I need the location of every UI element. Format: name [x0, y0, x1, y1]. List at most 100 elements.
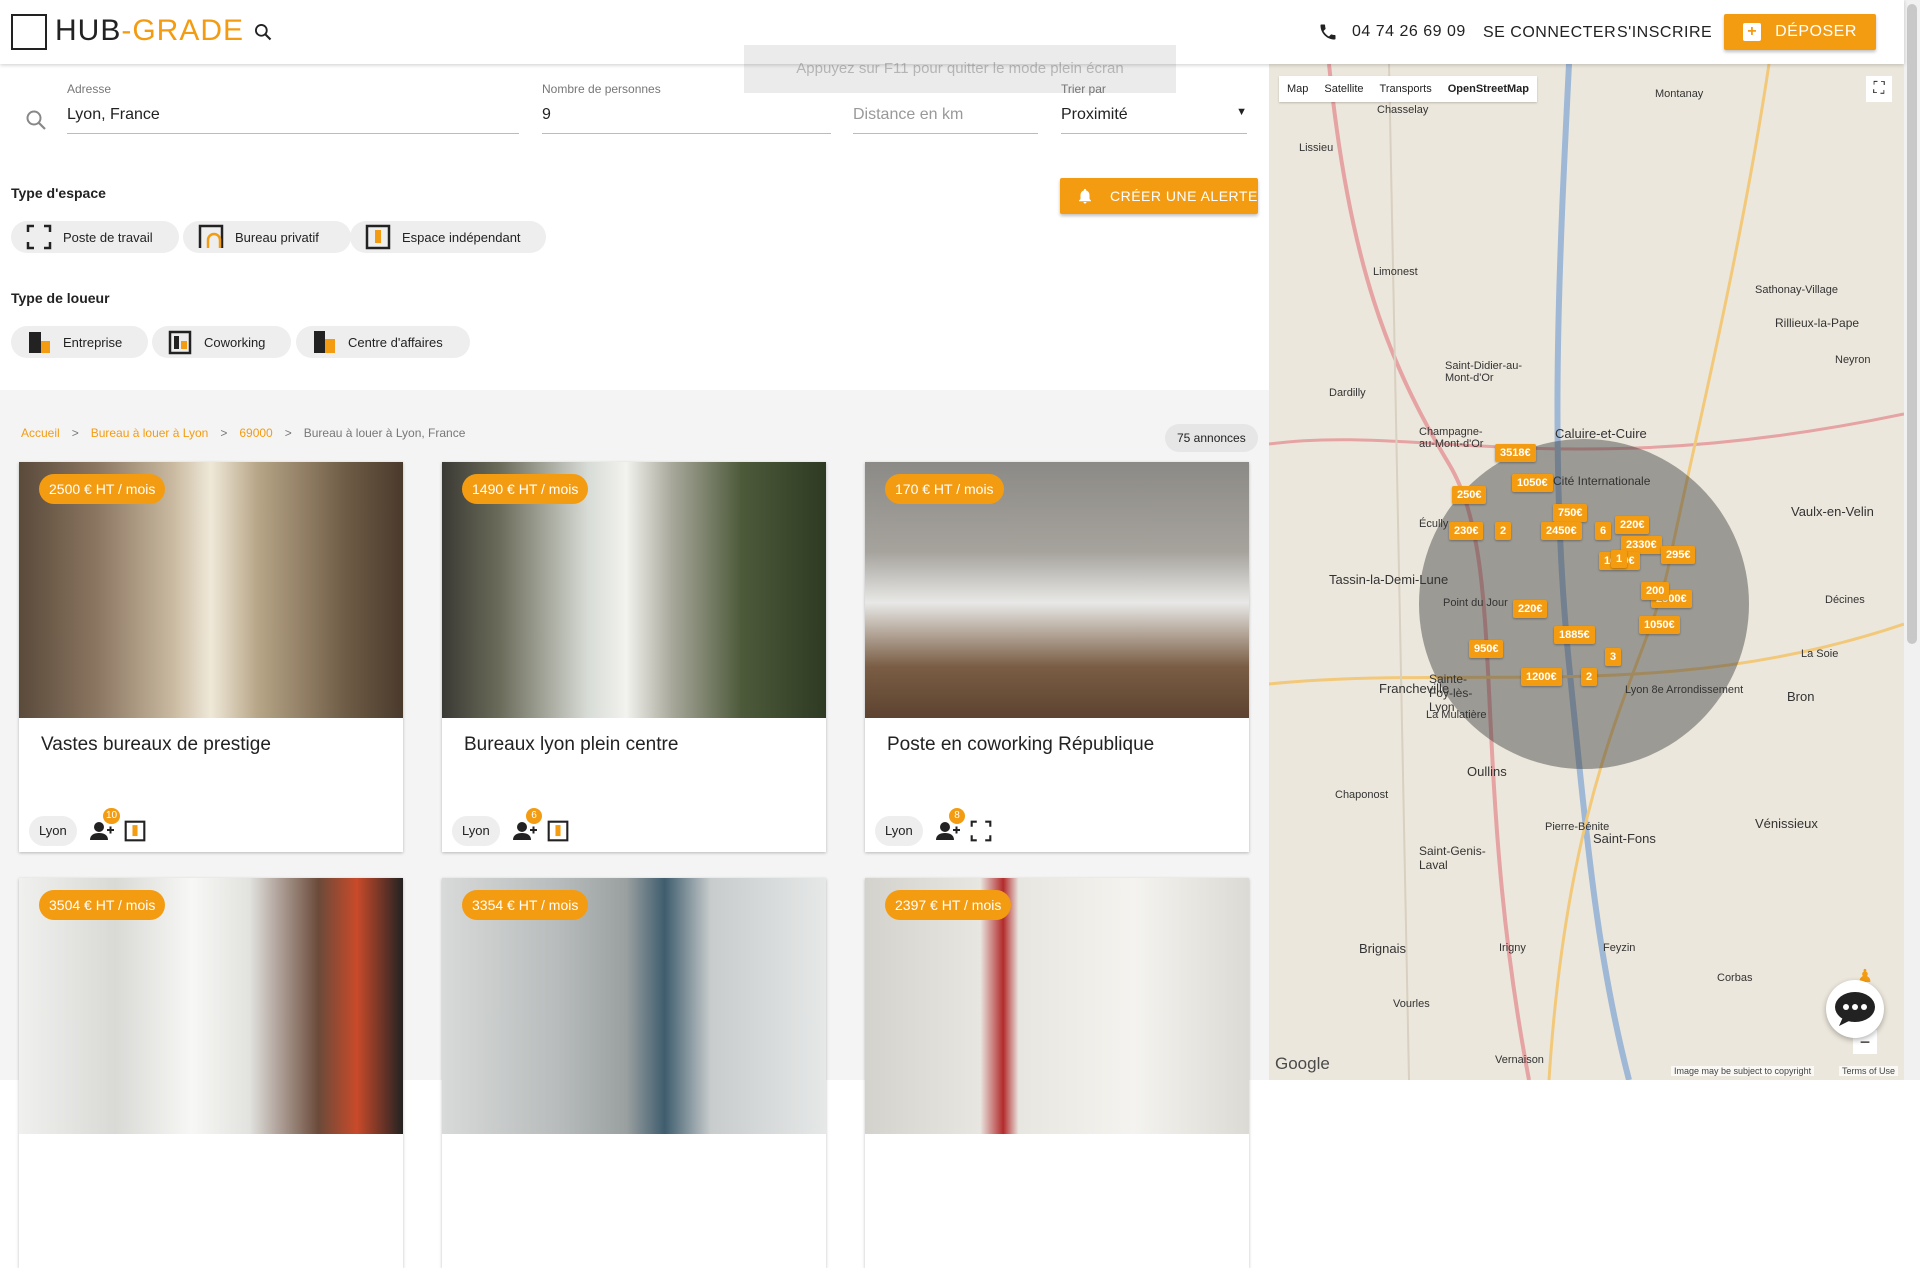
- listing-title[interactable]: Vastes bureaux de prestige: [41, 734, 271, 756]
- map-price-pin[interactable]: 220€: [1615, 516, 1650, 534]
- chip-coworking[interactable]: Coworking: [152, 326, 291, 358]
- map-place-label: Saint-Genis-Laval: [1419, 844, 1486, 872]
- deposit-button[interactable]: + DÉPOSER: [1724, 14, 1876, 50]
- phone-contact[interactable]: 04 74 26 69 09: [1318, 22, 1466, 42]
- login-link[interactable]: SE CONNECTER: [1483, 24, 1616, 42]
- map-price-pin[interactable]: 1200€: [1521, 668, 1562, 686]
- building-icon: [25, 328, 53, 356]
- listing-title[interactable]: Bureaux lyon plein centre: [464, 734, 678, 756]
- map-price-pin[interactable]: 1885€: [1554, 626, 1595, 644]
- map-price-pin[interactable]: 950€: [1469, 640, 1504, 658]
- map-type-tabs: Map Satellite Transports OpenStreetMap: [1279, 76, 1538, 102]
- page-scrollbar[interactable]: [1904, 0, 1920, 1080]
- map-place-label: Vaulx-en-Velin: [1791, 504, 1874, 519]
- map-price-pin[interactable]: 200: [1641, 582, 1670, 600]
- logo[interactable]: HUB-GRADE: [55, 14, 244, 48]
- map-place-label: Irigny: [1499, 942, 1526, 954]
- logo-square[interactable]: [11, 14, 47, 50]
- breadcrumb-separator: >: [284, 426, 292, 440]
- map-price-pin[interactable]: 250€: [1452, 486, 1487, 504]
- map-price-pin[interactable]: 1: [1611, 550, 1628, 568]
- distance-input[interactable]: Distance en km: [853, 106, 1038, 134]
- chip-label: Espace indépendant: [402, 229, 521, 245]
- price-badge: 1490 € HT / mois: [462, 474, 589, 504]
- listing-card[interactable]: 2397 € HT / mois: [865, 878, 1249, 1268]
- private-office-icon: [197, 223, 225, 251]
- address-field[interactable]: Adresse Lyon, France: [67, 82, 519, 134]
- map-place-label: Vénissieux: [1755, 816, 1818, 831]
- chip-entreprise[interactable]: Entreprise: [11, 326, 148, 358]
- fullscreen-toast: Appuyez sur F11 pour quitter le mode ple…: [744, 45, 1176, 93]
- tab-satellite[interactable]: Satellite: [1316, 83, 1371, 95]
- map-place-label: Champagne-au-Mont-d'Or: [1419, 426, 1484, 450]
- tab-openstreetmap[interactable]: OpenStreetMap: [1440, 83, 1537, 95]
- map-place-label: La Mulatière: [1426, 709, 1487, 721]
- map-price-pin[interactable]: 3: [1605, 648, 1622, 666]
- results-count: 75 annonces: [1165, 424, 1258, 452]
- sort-value: Proximité: [1061, 106, 1128, 123]
- map-panel[interactable]: Map Satellite Transports OpenStreetMap ⛶…: [1269, 64, 1904, 1080]
- renter-type-title: Type de loueur: [11, 290, 110, 306]
- chat-widget-icon[interactable]: [1826, 980, 1884, 1038]
- persons-badge: 10: [103, 808, 121, 824]
- breadcrumb-current: Bureau à louer à Lyon, France: [303, 426, 466, 440]
- map-place-label: Caluire-et-Cuire: [1555, 426, 1647, 441]
- price-badge: 3354 € HT / mois: [462, 890, 589, 920]
- map-price-pin[interactable]: 230€: [1449, 522, 1484, 540]
- deposit-label: DÉPOSER: [1775, 23, 1857, 40]
- bell-icon: [1079, 188, 1091, 204]
- map-place-label: Feyzin: [1603, 942, 1636, 954]
- map-place-label: Lissieu: [1299, 142, 1334, 154]
- scrollbar-thumb[interactable]: [1907, 4, 1917, 644]
- signup-link[interactable]: S'INSCRIRE: [1617, 24, 1712, 42]
- map-price-pin[interactable]: 1050€: [1512, 474, 1553, 492]
- listing-card[interactable]: 170 € HT / mois Poste en coworking Répub…: [865, 462, 1249, 852]
- map-terms-link[interactable]: Terms of Use: [1839, 1066, 1899, 1076]
- workstation-icon: [970, 820, 992, 842]
- listing-card[interactable]: 3504 € HT / mois: [19, 878, 403, 1268]
- map-price-pin[interactable]: 3518€: [1495, 444, 1536, 462]
- tab-map[interactable]: Map: [1279, 83, 1316, 95]
- map-price-pin[interactable]: 6: [1595, 522, 1612, 540]
- price-badge: 3504 € HT / mois: [39, 890, 166, 920]
- map-place-label: Vourles: [1393, 998, 1430, 1010]
- chip-centre-affaires[interactable]: Centre d'affaires: [296, 326, 470, 358]
- persons-input[interactable]: 9: [542, 106, 831, 134]
- map-price-pin[interactable]: 1050€: [1639, 616, 1680, 634]
- chip-label: Entreprise: [63, 334, 123, 350]
- map-place-label: Montanay: [1655, 88, 1704, 100]
- listing-card[interactable]: 2500 € HT / mois Vastes bureaux de prest…: [19, 462, 403, 852]
- map-price-pin[interactable]: 2450€: [1541, 522, 1582, 540]
- chip-label: Poste de travail: [63, 229, 153, 245]
- chip-label: Centre d'affaires: [348, 334, 443, 350]
- dropdown-arrow-icon: ▼: [1236, 106, 1247, 118]
- breadcrumb-city[interactable]: Bureau à louer à Lyon: [91, 426, 209, 440]
- city-chip: Lyon: [452, 816, 500, 846]
- breadcrumb-postcode[interactable]: 69000: [239, 426, 272, 440]
- persons-badge: 8: [949, 808, 965, 824]
- map-price-pin[interactable]: 750€: [1553, 504, 1588, 522]
- listing-card[interactable]: 3354 € HT / mois: [442, 878, 826, 1268]
- phone-icon: [1320, 24, 1336, 40]
- phone-number: 04 74 26 69 09: [1352, 23, 1466, 40]
- breadcrumb-home[interactable]: Accueil: [21, 426, 60, 440]
- breadcrumb-separator: >: [220, 426, 228, 440]
- chip-espace-independant[interactable]: Espace indépendant: [350, 221, 546, 253]
- business-center-icon: [310, 328, 338, 356]
- map-price-pin[interactable]: 2: [1581, 668, 1598, 686]
- chip-bureau-privatif[interactable]: Bureau privatif: [183, 221, 351, 253]
- city-chip: Lyon: [29, 816, 77, 846]
- search-icon[interactable]: [253, 22, 273, 42]
- chip-poste-de-travail[interactable]: Poste de travail: [11, 221, 179, 253]
- price-badge: 2397 € HT / mois: [885, 890, 1012, 920]
- fullscreen-icon[interactable]: ⛶: [1866, 76, 1892, 102]
- search-panel: Adresse Lyon, France Nombre de personnes…: [0, 64, 1269, 1268]
- listing-card[interactable]: 1490 € HT / mois Bureaux lyon plein cent…: [442, 462, 826, 852]
- map-price-pin[interactable]: 2: [1495, 522, 1512, 540]
- listing-title[interactable]: Poste en coworking République: [887, 734, 1154, 756]
- create-alert-button[interactable]: CRÉER UNE ALERTE: [1060, 178, 1258, 214]
- map-price-pin[interactable]: 220€: [1513, 600, 1548, 618]
- address-input[interactable]: Lyon, France: [67, 106, 519, 134]
- tab-transports[interactable]: Transports: [1372, 83, 1440, 95]
- map-price-pin[interactable]: 295€: [1661, 546, 1696, 564]
